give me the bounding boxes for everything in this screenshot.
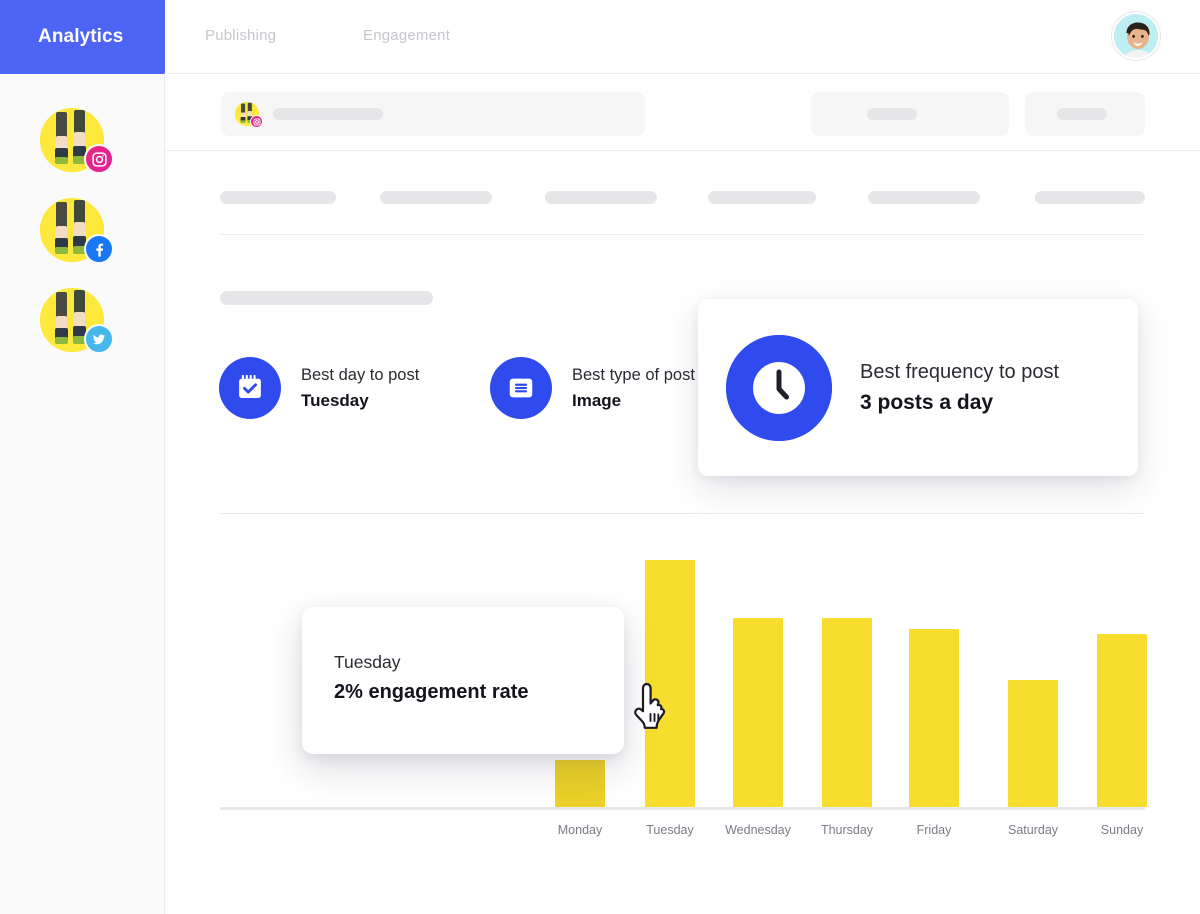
column-header-skeleton (545, 191, 657, 204)
instagram-icon (250, 115, 263, 128)
column-header-skeleton (220, 191, 336, 204)
filter-button-2[interactable] (1025, 92, 1145, 136)
document-lines-icon (490, 357, 552, 419)
tooltip-day-label: Tuesday (334, 649, 624, 676)
tab-engagement[interactable]: Engagement (363, 27, 450, 44)
search-input[interactable] (221, 92, 645, 136)
twitter-icon (84, 324, 114, 354)
calendar-check-icon (219, 357, 281, 419)
topbar: Publishing Engagement (165, 0, 1200, 74)
sidebar-brand-tab[interactable]: Analytics (0, 0, 165, 74)
header-divider (220, 234, 1145, 235)
sidebar-account-instagram[interactable] (40, 108, 104, 172)
bar-friday[interactable] (909, 629, 959, 807)
column-header-skeleton (380, 191, 492, 204)
chart-baseline-axis (220, 807, 1145, 810)
pointing-hand-cursor-icon (628, 682, 672, 734)
insight-value: 3 posts a day (860, 387, 1059, 419)
filter-bar (165, 74, 1200, 151)
search-account-avatar-icon (235, 102, 259, 126)
instagram-icon (84, 144, 114, 174)
tooltip-value-label: 2% engagement rate (334, 676, 624, 708)
search-placeholder-skeleton (273, 108, 383, 120)
chart-tooltip: Tuesday 2% engagement rate (302, 607, 624, 754)
filter-label-skeleton (867, 108, 917, 120)
brand-label: Analytics (38, 26, 123, 48)
insight-text: Best frequency to post 3 posts a day (860, 357, 1059, 419)
analytics-dashboard: Analytics (0, 0, 1200, 914)
column-header-skeleton (708, 191, 816, 204)
facebook-icon (84, 234, 114, 264)
insight-best-day[interactable]: Best day to post Tuesday (219, 357, 419, 419)
clock-icon (726, 335, 832, 441)
section-title-skeleton (220, 291, 433, 305)
insight-text: Best day to post Tuesday (301, 363, 419, 413)
bar-saturday[interactable] (1008, 680, 1058, 807)
insight-text: Best type of post Image (572, 363, 695, 413)
bar-thursday[interactable] (822, 618, 872, 807)
column-header-skeleton (1035, 191, 1145, 204)
insight-label: Best type of post (572, 363, 695, 388)
insight-label: Best day to post (301, 363, 419, 388)
sidebar: Analytics (0, 0, 165, 914)
x-label-friday: Friday (879, 823, 989, 837)
tab-publishing[interactable]: Publishing (205, 27, 276, 44)
insight-best-type[interactable]: Best type of post Image (490, 357, 705, 419)
insight-value: Tuesday (301, 388, 419, 414)
user-avatar[interactable] (1112, 12, 1160, 60)
filter-label-skeleton (1057, 108, 1107, 120)
section-divider (220, 513, 1145, 514)
bar-sunday[interactable] (1097, 634, 1147, 807)
sidebar-account-facebook[interactable] (40, 198, 104, 262)
sidebar-account-twitter[interactable] (40, 288, 104, 352)
table-header-skeleton-row (165, 151, 1200, 235)
insight-best-frequency-card[interactable]: Best frequency to post 3 posts a day (698, 299, 1138, 476)
column-header-skeleton (868, 191, 980, 204)
insight-value: Image (572, 388, 695, 414)
insight-label: Best frequency to post (860, 357, 1059, 387)
bar-monday[interactable] (555, 760, 605, 807)
x-label-sunday: Sunday (1067, 823, 1177, 837)
bar-wednesday[interactable] (733, 618, 783, 807)
filter-button-1[interactable] (811, 92, 1009, 136)
